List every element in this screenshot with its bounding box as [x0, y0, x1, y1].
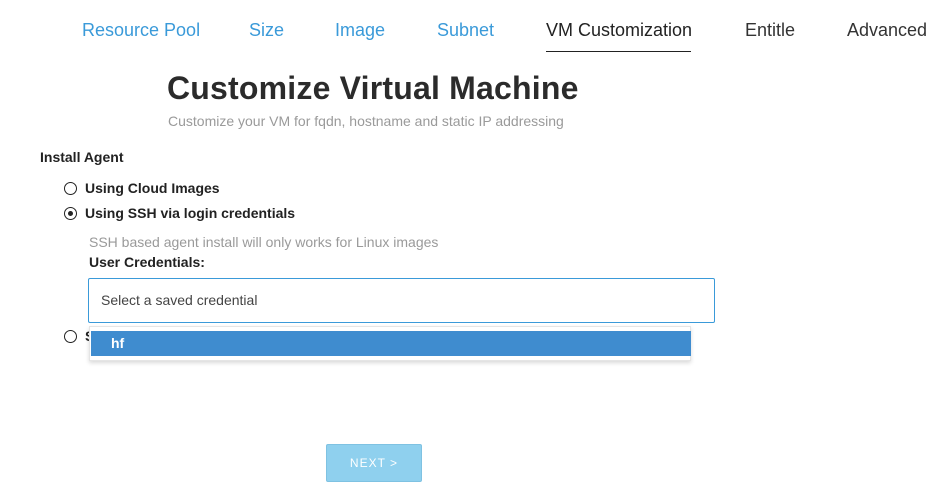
user-credentials-label: User Credentials: [89, 254, 205, 270]
page-title: Customize Virtual Machine [167, 70, 579, 106]
radio-button-unchecked[interactable] [64, 181, 77, 195]
tab-subnet[interactable]: Subnet [437, 19, 494, 41]
tab-size[interactable]: Size [249, 19, 284, 41]
page-subtitle: Customize your VM for fqdn, hostname and… [168, 113, 564, 129]
radio-label: Using Cloud Images [85, 180, 220, 196]
radio-option-cloud-images[interactable]: Using Cloud Images [64, 180, 220, 196]
tab-image[interactable]: Image [335, 19, 385, 41]
tab-entitle[interactable]: Entitle [745, 19, 795, 41]
install-agent-label: Install Agent [40, 149, 124, 165]
tab-advanced[interactable]: Advanced [847, 19, 927, 41]
ssh-hint-text: SSH based agent install will only works … [89, 234, 439, 250]
radio-button-checked[interactable] [64, 206, 77, 220]
next-button[interactable]: NEXT > [326, 444, 422, 482]
dropdown-option-hf[interactable]: hf [91, 331, 691, 356]
credential-select[interactable]: Select a saved credential [88, 278, 715, 323]
tab-resource-pool[interactable]: Resource Pool [82, 19, 200, 41]
tab-vm-customization[interactable]: VM Customization [546, 19, 692, 41]
radio-button-unchecked[interactable] [64, 329, 77, 343]
radio-option-ssh-credentials[interactable]: Using SSH via login credentials [64, 205, 295, 221]
credential-dropdown-menu: hf [89, 326, 691, 361]
vm-customization-page: Resource Pool Size Image Subnet VM Custo… [0, 0, 946, 504]
active-tab-indicator [546, 51, 691, 52]
radio-label: Using SSH via login credentials [85, 205, 296, 221]
